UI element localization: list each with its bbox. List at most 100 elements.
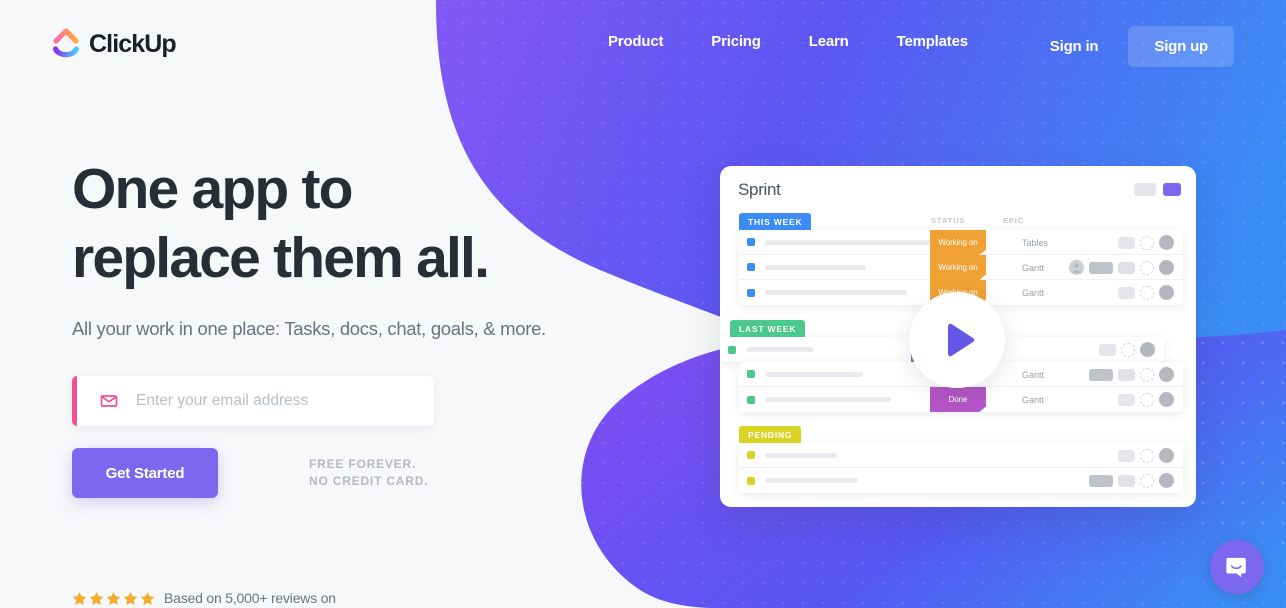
cta-disclaimer: FREE FOREVER. NO CREDIT CARD. [309, 456, 428, 490]
hero-title-line-2: replace them all. [72, 226, 490, 290]
add-assignee-icon[interactable] [1121, 342, 1135, 357]
nav-link-learn[interactable]: Learn [785, 33, 873, 50]
task-status-dot [747, 370, 755, 378]
nav-link-pricing[interactable]: Pricing [687, 33, 784, 50]
task-row-meta [1089, 468, 1174, 493]
app-card-toolbar [1134, 183, 1181, 196]
task-epic-label: Tables [1022, 237, 1049, 248]
nav-link-product[interactable]: Product [608, 33, 687, 50]
task-row-meta [1069, 255, 1174, 280]
task-epic-label: Gantt [1022, 394, 1045, 405]
chat-bubble-icon [1225, 557, 1246, 577]
sign-in-link[interactable]: Sign in [1050, 38, 1129, 55]
add-assignee-icon[interactable] [1140, 260, 1154, 275]
assignee-avatar[interactable] [1159, 448, 1174, 463]
task-row-meta [1099, 337, 1155, 362]
group-badge-last-week[interactable]: LAST WEEK [730, 320, 806, 337]
task-name-placeholder [765, 478, 858, 483]
task-status-tag[interactable]: Working on [930, 255, 986, 280]
assignee-avatar[interactable] [1159, 392, 1174, 407]
assignee-avatar[interactable] [1159, 260, 1174, 275]
task-name-placeholder [765, 397, 891, 402]
add-assignee-icon[interactable] [1140, 473, 1154, 488]
group-badge-pending[interactable]: PENDING [739, 426, 802, 443]
cta-note-line-1: FREE FOREVER. [309, 457, 417, 471]
task-row[interactable]: Working on Tables [739, 230, 1183, 255]
task-row[interactable] [739, 468, 1183, 493]
row-chip-small[interactable] [1118, 393, 1135, 406]
sign-up-button[interactable]: Sign up [1128, 26, 1234, 67]
task-name-placeholder [765, 239, 941, 245]
row-chip-medium[interactable] [1089, 474, 1113, 487]
column-header-status: STATUS [931, 216, 966, 225]
row-chip-light[interactable] [1118, 368, 1135, 381]
task-row-meta [1118, 443, 1174, 468]
row-chip-small[interactable] [1099, 343, 1116, 356]
task-name-placeholder [746, 347, 814, 352]
task-row[interactable] [739, 443, 1183, 468]
task-status-dot [747, 395, 755, 404]
group-badge-this-week[interactable]: THIS WEEK [739, 213, 812, 230]
play-video-button[interactable] [909, 292, 1005, 388]
row-chip-light[interactable] [1118, 474, 1135, 487]
auth-actions: Sign in Sign up [1050, 26, 1234, 67]
star-icon [140, 591, 155, 605]
assignee-avatar[interactable] [1159, 367, 1174, 382]
clickup-logo[interactable]: ClickUp [52, 28, 177, 60]
task-name-placeholder [765, 371, 863, 377]
star-icon [89, 591, 104, 605]
task-row-meta [1118, 387, 1174, 412]
assignee-avatar[interactable] [1159, 285, 1174, 300]
assignee-avatar[interactable] [1140, 342, 1155, 357]
add-assignee-icon[interactable] [1140, 367, 1154, 382]
assignee-avatar[interactable] [1159, 473, 1174, 488]
reviews-label: Based on 5,000+ reviews on [164, 590, 336, 606]
task-group-pending [739, 443, 1183, 493]
add-assignee-icon[interactable] [1140, 392, 1154, 407]
task-status-dot [747, 288, 755, 297]
column-header-epic: EPIC [1003, 216, 1025, 225]
star-icon [72, 591, 87, 605]
toolbar-button-gray[interactable] [1134, 183, 1156, 196]
task-status-dot [747, 476, 755, 485]
assignee-avatar-icon[interactable] [1069, 260, 1084, 275]
row-chip-small[interactable] [1118, 236, 1135, 249]
task-status-tag[interactable]: Working on [930, 230, 986, 255]
task-name-placeholder [765, 264, 866, 270]
email-signup-field[interactable] [72, 376, 434, 426]
row-chip-light[interactable] [1118, 261, 1135, 274]
add-assignee-icon[interactable] [1140, 448, 1154, 463]
add-assignee-icon[interactable] [1140, 235, 1154, 250]
task-row-meta [1118, 230, 1174, 255]
row-chip-small[interactable] [1118, 449, 1135, 462]
chat-widget-button[interactable] [1210, 540, 1264, 594]
email-input[interactable] [136, 392, 406, 410]
row-chip-small[interactable] [1118, 286, 1135, 299]
task-status-dot [728, 345, 736, 354]
envelope-icon [100, 395, 118, 407]
task-row[interactable]: Working on Gantt [739, 255, 1183, 280]
task-name-placeholder [765, 452, 837, 458]
task-epic-label: Gantt [1022, 262, 1045, 273]
assignee-avatar[interactable] [1159, 235, 1174, 250]
site-header: ClickUp Product Pricing Learn Templates … [0, 0, 1286, 90]
task-status-tag[interactable]: Done [930, 387, 986, 412]
get-started-button[interactable]: Get Started [72, 448, 218, 498]
star-icon [123, 591, 138, 605]
cta-row: Get Started FREE FOREVER. NO CREDIT CARD… [72, 448, 632, 498]
task-row[interactable]: Done Gantt [739, 387, 1183, 412]
play-icon [947, 323, 974, 357]
task-epic-label: Gantt [1022, 287, 1045, 298]
reviews-badge: Based on 5,000+ reviews on [72, 590, 336, 606]
task-status-dot [747, 238, 755, 246]
add-assignee-icon[interactable] [1140, 285, 1154, 300]
page-title: One app to replace them all. [72, 155, 632, 293]
clickup-logo-icon [52, 28, 80, 58]
cta-note-line-2: NO CREDIT CARD. [309, 474, 429, 488]
nav-link-templates[interactable]: Templates [873, 33, 992, 50]
star-rating [72, 591, 155, 606]
toolbar-button-purple[interactable] [1163, 183, 1181, 196]
task-name-placeholder [765, 290, 907, 295]
row-chip-medium[interactable] [1089, 261, 1113, 274]
row-chip-medium[interactable] [1089, 368, 1113, 381]
